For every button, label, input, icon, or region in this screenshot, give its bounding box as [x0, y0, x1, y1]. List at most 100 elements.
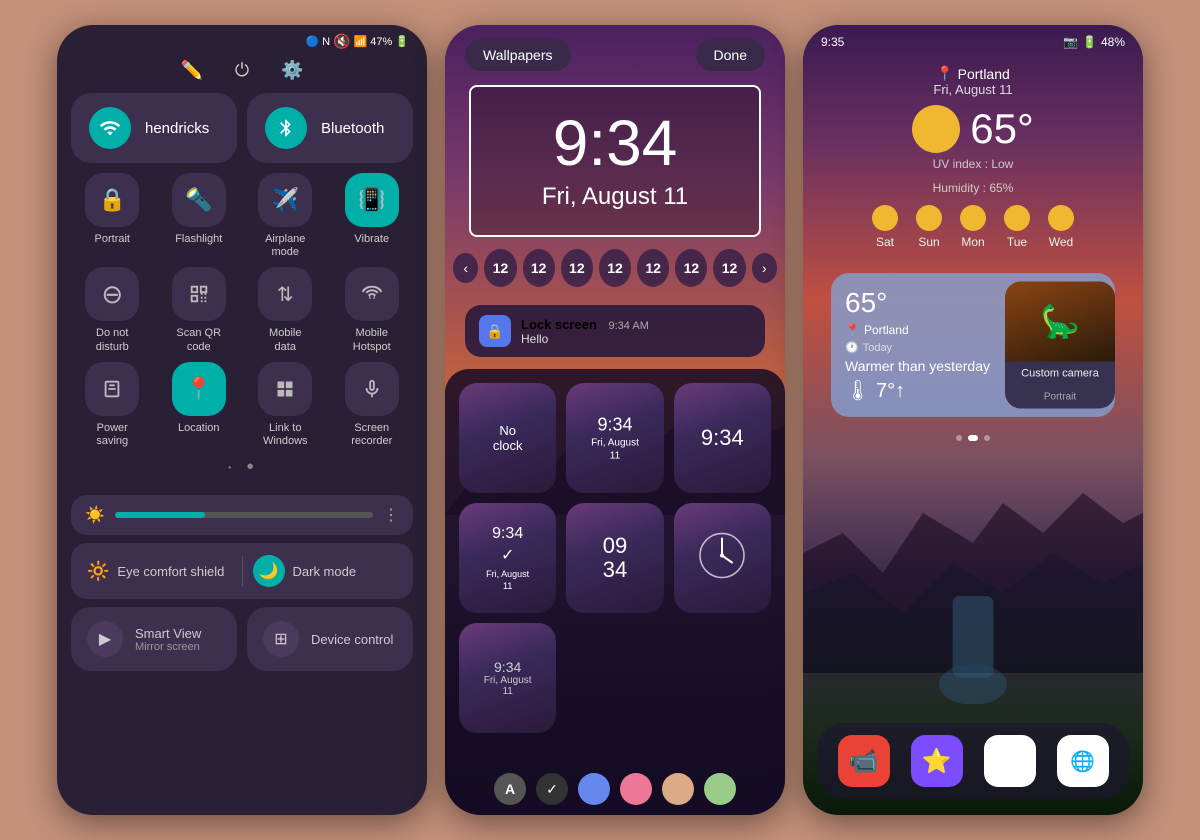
- p1-powersave-item: Powersaving: [71, 362, 154, 448]
- p1-dnd-btn[interactable]: ⊖: [85, 267, 139, 321]
- p1-dnd-item: ⊖ Do notdisturb: [71, 267, 154, 353]
- p1-bluetooth-icon: [265, 107, 307, 149]
- p1-bluetooth-tile[interactable]: Bluetooth: [247, 93, 413, 163]
- phone2-clock-selection: Wallpapers Done 9:34 Fri, August 11 ‹ 12…: [445, 25, 785, 815]
- p3-chrome-icon: 🌐: [1070, 749, 1095, 774]
- p3-meet-icon: 📹: [849, 747, 879, 776]
- p2-topbar: Wallpapers Done: [445, 25, 785, 85]
- p1-devicecontrol-tile[interactable]: ⊞ Device control: [247, 607, 413, 671]
- p1-airplane-btn[interactable]: ✈️: [258, 173, 312, 227]
- p1-settings-icon[interactable]: ⚙️: [281, 60, 303, 81]
- p2-style-12-5[interactable]: 12: [637, 249, 669, 287]
- p3-cards-row: 65° 📍 Portland 🕐 Today Warmer than yeste…: [817, 267, 1129, 423]
- p1-mobiledata-btn[interactable]: ⇅: [258, 267, 312, 321]
- p1-mirror-label: Mirror screen: [135, 641, 201, 653]
- p2-clock-option-analog[interactable]: [674, 503, 771, 613]
- p2-style-12-2[interactable]: 12: [523, 249, 555, 287]
- p1-brightness-menu[interactable]: ⋮: [383, 505, 399, 525]
- p2-clock-option-digital-date[interactable]: 9:34 Fri, August 11: [566, 383, 663, 493]
- p1-brightness-bar[interactable]: [115, 512, 373, 518]
- p1-brightness-row: ☀️ ⋮: [71, 495, 413, 535]
- p3-date: Fri, August 11: [821, 82, 1125, 97]
- p1-power-icon[interactable]: ⏻: [235, 60, 249, 81]
- p1-recorder-btn[interactable]: [345, 362, 399, 416]
- p1-link-windows-btn[interactable]: [258, 362, 312, 416]
- p3-temp-main: 65°: [821, 105, 1125, 153]
- p1-airplane-label: Airplanemode: [265, 233, 305, 259]
- p3-dot-1[interactable]: [956, 435, 962, 441]
- p1-wifi-icon: [89, 107, 131, 149]
- p2-clock-style-bar: ‹ 12 12 12 12 12 12 12 ›: [445, 237, 785, 299]
- p1-wifi-label: hendricks: [145, 120, 209, 137]
- p3-dot-2[interactable]: [968, 435, 978, 441]
- p3-dot-3[interactable]: [984, 435, 990, 441]
- p3-dock-gmail[interactable]: ✉: [984, 735, 1036, 787]
- p2-style-12-1[interactable]: 12: [484, 249, 516, 287]
- phone3-home-screen: 9:35 📷 🔋 48% 📍 Portland Fri, August 11 6…: [803, 25, 1143, 815]
- p1-qr-btn[interactable]: [172, 267, 226, 321]
- p1-portrait-label: Portrait: [95, 233, 130, 246]
- p3-app-card[interactable]: 🦕 Custom camera Portrait: [1005, 282, 1115, 409]
- p2-style-12-4[interactable]: 12: [599, 249, 631, 287]
- p2-clock-option-check[interactable]: 9:34 ✓ Fri, August 11: [459, 503, 556, 613]
- p1-portrait-btn[interactable]: 🔒: [85, 173, 139, 227]
- p2-color-check[interactable]: ✓: [536, 773, 568, 805]
- p2-color-A[interactable]: A: [494, 773, 526, 805]
- p3-sun-icon: [912, 105, 960, 153]
- p2-clock-option-noclock[interactable]: No clock: [459, 383, 556, 493]
- p3-forecast-mon-day: Mon: [961, 235, 984, 249]
- p3-forecast-mon-icon: [960, 205, 986, 231]
- p1-mobiledata-label: Mobiledata: [269, 327, 301, 353]
- p1-flashlight-btn[interactable]: 🔦: [172, 173, 226, 227]
- p3-dock-meet[interactable]: 📹: [838, 735, 890, 787]
- p1-powersave-label: Powersaving: [96, 422, 128, 448]
- p1-smartview-tile[interactable]: ▶ Smart View Mirror screen: [71, 607, 237, 671]
- p1-vibrate-label: Vibrate: [354, 233, 389, 246]
- p3-app-card-label1: Custom camera: [1005, 362, 1115, 386]
- p3-location: 📍 Portland: [821, 65, 1125, 82]
- p3-gmail-icon: ✉: [1001, 749, 1018, 774]
- p2-clock-time: 9:34: [495, 111, 735, 175]
- p2-color-peach[interactable]: [662, 773, 694, 805]
- p3-forecast-wed-icon: [1048, 205, 1074, 231]
- p1-eye-comfort-item[interactable]: 🔆 Eye comfort shield: [87, 561, 232, 582]
- p2-done-btn[interactable]: Done: [696, 39, 765, 71]
- phones-container: 🔵N 🔇 📶 47% 🔋 ✏️ ⏻ ⚙️ hendricks: [37, 5, 1163, 835]
- p1-vibrate-btn[interactable]: 📳: [345, 173, 399, 227]
- p2-color-green[interactable]: [704, 773, 736, 805]
- p1-edit-icon[interactable]: ✏️: [180, 60, 202, 81]
- p2-nav-right[interactable]: ›: [752, 253, 777, 283]
- p1-devicecontrol-icon: ⊞: [263, 621, 299, 657]
- p2-color-pink[interactable]: [620, 773, 652, 805]
- p2-style-12-7[interactable]: 12: [713, 249, 745, 287]
- p2-style-12-6[interactable]: 12: [675, 249, 707, 287]
- p3-battery-pct: 48%: [1101, 35, 1125, 49]
- p2-clock-option-minimal[interactable]: 9:34 Fri, August 11: [459, 623, 556, 733]
- p1-dark-mode-item[interactable]: 🌙 Dark mode: [253, 555, 398, 587]
- p2-digital-label: 9:34: [701, 425, 744, 451]
- p2-nav-left[interactable]: ‹: [453, 253, 478, 283]
- p1-smartview-icon: ▶: [87, 621, 123, 657]
- p3-app-card-img: 🦕: [1005, 282, 1115, 362]
- p2-clock-option-digital[interactable]: 9:34: [674, 383, 771, 493]
- p1-mobiledata-item: ⇅ Mobiledata: [244, 267, 327, 353]
- p2-clock-date: Fri, August 11: [495, 183, 735, 211]
- p3-dock-starred[interactable]: ⭐: [911, 735, 963, 787]
- p1-location-btn[interactable]: 📍: [172, 362, 226, 416]
- p1-smartview-labels: Smart View Mirror screen: [135, 626, 201, 653]
- p2-color-blue[interactable]: [578, 773, 610, 805]
- p1-devicecontrol-label: Device control: [311, 632, 393, 647]
- p2-color-dots: A ✓: [445, 763, 785, 815]
- p3-dock-chrome[interactable]: 🌐: [1057, 735, 1109, 787]
- p1-hotspot-btn[interactable]: [345, 267, 399, 321]
- p1-powersave-btn[interactable]: [85, 362, 139, 416]
- p1-eye-label: Eye comfort shield: [117, 564, 224, 579]
- p1-status-icons: 🔵N 🔇 📶 47% 🔋: [305, 33, 409, 50]
- p2-clock-option-2line[interactable]: 09 34: [566, 503, 663, 613]
- p1-wifi-tile[interactable]: hendricks: [71, 93, 237, 163]
- p1-hotspot-item: MobileHotspot: [331, 267, 414, 353]
- p2-clock-grid: No clock 9:34 Fri, August 11 9:34: [445, 369, 785, 763]
- p2-wallpapers-btn[interactable]: Wallpapers: [465, 39, 571, 71]
- p2-style-12-3[interactable]: 12: [561, 249, 593, 287]
- p1-bluetooth-label: Bluetooth: [321, 120, 384, 137]
